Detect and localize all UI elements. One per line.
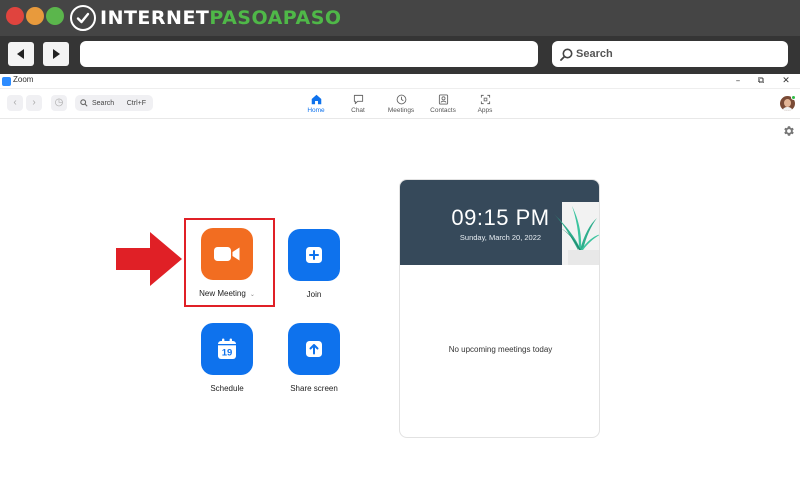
minimize-icon[interactable]: – <box>726 74 750 89</box>
tab-meetings-label: Meetings <box>387 107 415 114</box>
share-screen-button[interactable]: Share screen <box>274 323 354 393</box>
close-window-button[interactable] <box>6 7 24 25</box>
brand-text: INTERNETPASOAPASO <box>100 5 342 31</box>
clock-icon <box>381 93 421 105</box>
minimize-window-button[interactable] <box>26 7 44 25</box>
avatar-face <box>784 99 791 107</box>
zoom-search-label: Search <box>92 99 115 107</box>
schedule-label: Schedule <box>210 384 244 393</box>
browser-search-label: Search <box>576 48 613 60</box>
zoom-window-title: Zoom <box>13 75 34 84</box>
schedule-tile[interactable]: 19 <box>201 323 253 375</box>
tab-home-label: Home <box>307 107 325 114</box>
zoom-nav-bar: ‹ › ◷ Search Ctrl+F Home Chat Meetings C… <box>0 89 800 119</box>
avatar-body <box>782 107 793 111</box>
chevron-down-icon[interactable]: ⌄ <box>250 292 255 298</box>
chat-icon <box>338 93 378 105</box>
maximize-window-button[interactable] <box>46 7 64 25</box>
new-meeting-tile[interactable] <box>201 228 253 280</box>
plus-icon <box>306 247 322 263</box>
home-icon <box>296 93 336 105</box>
browser-forward-button[interactable] <box>43 42 69 66</box>
new-meeting-text: New Meeting <box>199 289 246 298</box>
search-icon <box>80 99 88 107</box>
video-camera-icon <box>214 247 240 261</box>
tab-contacts[interactable]: Contacts <box>423 93 463 114</box>
calendar-day-text: 19 <box>222 348 233 359</box>
close-icon[interactable]: ✕ <box>774 74 798 89</box>
forward-arrow-icon[interactable]: › <box>26 95 42 111</box>
clock-header: 09:15 PM Sunday, March 20, 2022 <box>400 180 599 265</box>
tab-apps[interactable]: Apps <box>465 93 505 114</box>
join-tile[interactable] <box>288 229 340 281</box>
calendar-icon: 19 <box>218 338 236 359</box>
schedule-button[interactable]: 19 Schedule <box>187 323 267 393</box>
search-icon <box>560 48 573 61</box>
share-screen-tile[interactable] <box>288 323 340 375</box>
tab-chat-label: Chat <box>351 107 365 114</box>
tab-chat[interactable]: Chat <box>338 93 378 114</box>
contacts-icon <box>423 93 463 105</box>
new-meeting-label: New Meeting ⌄ <box>187 289 267 298</box>
red-pointer-arrow-icon <box>116 232 182 286</box>
brand-text-part2: PASOAPASO <box>209 7 342 29</box>
site-logo: INTERNETPASOAPASO <box>70 5 342 31</box>
settings-gear-icon[interactable] <box>783 125 795 137</box>
tab-home[interactable]: Home <box>296 93 336 114</box>
browser-search-field[interactable]: Search <box>552 41 788 67</box>
back-arrow-icon[interactable]: ‹ <box>7 95 23 111</box>
share-screen-label: Share screen <box>290 384 338 393</box>
join-button[interactable]: Join <box>274 229 354 299</box>
brand-text-part1: INTERNET <box>100 7 210 29</box>
no-meetings-message: No upcoming meetings today <box>448 345 553 354</box>
browser-back-button[interactable] <box>8 42 34 66</box>
zoom-search-shortcut: Ctrl+F <box>126 99 146 107</box>
new-meeting-button[interactable]: New Meeting ⌄ <box>187 228 267 298</box>
browser-toolbar: Search <box>0 36 800 74</box>
plant-decoration-icon <box>554 202 599 265</box>
triangle-right-icon <box>53 49 60 59</box>
zoom-search-field[interactable]: Search Ctrl+F <box>75 95 153 111</box>
zoom-title-bar: Zoom – ⧉ ✕ <box>0 74 800 89</box>
browser-title-bar: INTERNETPASOAPASO <box>0 0 800 36</box>
share-arrow-icon <box>306 341 322 357</box>
url-bar[interactable] <box>80 41 538 67</box>
upcoming-meetings-card: 09:15 PM Sunday, March 20, 2022 No upcom… <box>399 179 600 438</box>
history-icon[interactable]: ◷ <box>51 95 67 111</box>
triangle-left-icon <box>17 49 24 59</box>
tab-meetings[interactable]: Meetings <box>381 93 421 114</box>
online-status-dot <box>791 95 796 100</box>
brand-check-icon <box>70 5 96 31</box>
zoom-logo-icon <box>2 77 11 86</box>
tab-contacts-label: Contacts <box>430 107 456 114</box>
apps-icon <box>465 93 505 105</box>
tab-apps-label: Apps <box>477 107 493 114</box>
join-label: Join <box>306 290 322 299</box>
restore-icon[interactable]: ⧉ <box>749 74 773 89</box>
